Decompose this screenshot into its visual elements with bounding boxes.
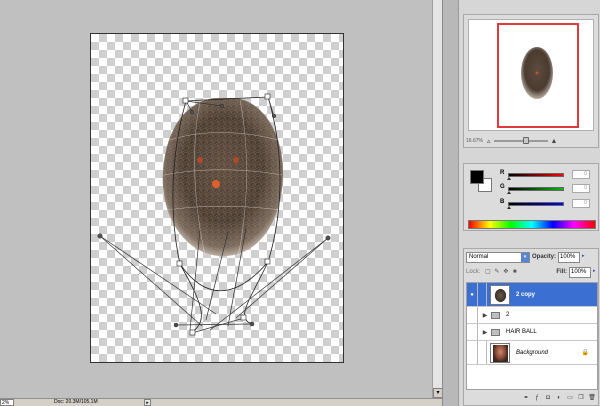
lock-label: Lock: bbox=[466, 269, 481, 275]
green-value-field[interactable]: 0 bbox=[572, 184, 590, 193]
blue-channel-label: B bbox=[500, 199, 505, 205]
layers-options-row: Normal ▾ Opacity: 100% ▸ bbox=[466, 251, 598, 263]
lock-all-icon[interactable]: ■ bbox=[511, 269, 518, 276]
visibility-toggle[interactable] bbox=[467, 307, 478, 323]
panel-dock-gutter bbox=[442, 0, 458, 406]
layer-row-background[interactable]: Background 🔒 bbox=[467, 341, 597, 365]
visibility-toggle[interactable] bbox=[467, 341, 478, 364]
navigator-zoom-percent[interactable]: 16.67% bbox=[466, 138, 484, 144]
layer-name[interactable]: Background bbox=[516, 350, 548, 356]
folder-icon bbox=[491, 328, 500, 336]
navigator-zoom-slider[interactable] bbox=[493, 137, 548, 144]
zoom-level-field[interactable]: 2% bbox=[0, 399, 14, 406]
status-menu-arrow-icon[interactable]: ▸ bbox=[144, 399, 151, 406]
expand-triangle-icon[interactable]: ▶ bbox=[481, 312, 489, 319]
layer-list[interactable]: ● 2 copy ▶ 2 ▶ HAIR BALL Background 🔒 bbox=[466, 282, 598, 390]
hairball-glow-left bbox=[197, 157, 203, 163]
layer-link-cell[interactable] bbox=[478, 341, 487, 364]
adjustment-layer-icon[interactable]: ◐ bbox=[555, 394, 563, 402]
delete-layer-icon[interactable]: 🗑 bbox=[588, 394, 596, 402]
navigator-preview[interactable] bbox=[468, 19, 594, 131]
new-layer-icon[interactable]: ❐ bbox=[577, 394, 585, 402]
panel-dock: 16.67% ▵ ▲ R 0 G 0 B 0 Normal ▾ Opacity:… bbox=[458, 0, 600, 406]
layer-row-group-hair-ball[interactable]: ▶ HAIR BALL bbox=[467, 324, 597, 341]
red-gradient-bar[interactable] bbox=[508, 173, 564, 177]
blend-mode-select[interactable]: Normal ▾ bbox=[466, 251, 530, 263]
layers-toolbar: ⚭ ƒ ◘ ◐ ▭ ❐ 🗑 bbox=[466, 393, 598, 403]
zoom-in-icon[interactable]: ▲ bbox=[551, 138, 558, 145]
navigator-thumbnail bbox=[521, 47, 553, 99]
red-value-field[interactable]: 0 bbox=[572, 170, 590, 179]
navigator-zoom-slider-thumb[interactable] bbox=[523, 137, 530, 144]
folder-icon bbox=[491, 311, 500, 319]
fill-arrow-icon[interactable]: ▸ bbox=[593, 268, 598, 277]
lock-icon: 🔒 bbox=[581, 350, 589, 356]
layer-thumbnail bbox=[490, 284, 510, 305]
layers-lock-row: Lock: ▢ ✎ ✥ ■ Fill: 100% ▸ bbox=[466, 266, 598, 278]
red-slider-knob[interactable] bbox=[507, 177, 511, 180]
hairball-glow-center bbox=[212, 180, 220, 188]
layer-style-icon[interactable]: ƒ bbox=[533, 394, 541, 402]
layers-panel: Normal ▾ Opacity: 100% ▸ Lock: ▢ ✎ ✥ ■ F… bbox=[463, 248, 599, 406]
link-layers-icon[interactable]: ⚭ bbox=[522, 394, 530, 402]
vertical-scrollbar[interactable]: ▾ bbox=[432, 0, 443, 398]
hairball-glow-right bbox=[233, 157, 239, 163]
opacity-label: Opacity: bbox=[532, 254, 557, 260]
layer-name[interactable]: 2 bbox=[506, 312, 509, 318]
blue-channel-slider[interactable]: B 0 bbox=[500, 199, 596, 209]
green-gradient-bar[interactable] bbox=[508, 187, 564, 191]
layer-name[interactable]: 2 copy bbox=[516, 292, 535, 298]
layer-link-cell[interactable] bbox=[478, 283, 487, 306]
fill-label: Fill: bbox=[556, 269, 567, 275]
document-workspace[interactable] bbox=[0, 0, 432, 398]
opacity-arrow-icon[interactable]: ▸ bbox=[582, 253, 587, 262]
opacity-field[interactable]: 100% bbox=[558, 251, 581, 263]
foreground-color-swatch[interactable] bbox=[470, 170, 484, 184]
warp-overlay[interactable] bbox=[0, 0, 432, 398]
layer-thumbnail bbox=[490, 342, 510, 363]
navigator-view-box[interactable] bbox=[497, 23, 579, 128]
lock-transparency-icon[interactable]: ▢ bbox=[484, 269, 491, 276]
fill-field[interactable]: 100% bbox=[569, 266, 591, 278]
green-channel-label: G bbox=[500, 184, 505, 190]
green-slider-knob[interactable] bbox=[507, 191, 511, 194]
status-bar: 2% Doc: 20.3M/105.1M ▸ bbox=[0, 398, 442, 406]
layer-row-group-2[interactable]: ▶ 2 bbox=[467, 307, 597, 324]
red-channel-label: R bbox=[500, 170, 505, 176]
blue-gradient-bar[interactable] bbox=[508, 202, 564, 206]
color-spectrum-ramp[interactable] bbox=[468, 220, 596, 229]
lock-move-icon[interactable]: ✥ bbox=[502, 269, 509, 276]
red-channel-slider[interactable]: R 0 bbox=[500, 170, 596, 180]
navigator-zoom-bar: 16.67% ▵ ▲ bbox=[466, 135, 596, 147]
navigator-panel: 16.67% ▵ ▲ bbox=[463, 14, 599, 148]
visibility-eye-icon[interactable]: ● bbox=[467, 283, 478, 306]
visibility-toggle[interactable] bbox=[467, 324, 478, 340]
expand-triangle-icon[interactable]: ▶ bbox=[481, 329, 489, 336]
document-size-info: Doc: 20.3M/105.1M bbox=[54, 399, 98, 405]
layer-name[interactable]: HAIR BALL bbox=[506, 329, 537, 335]
lock-brush-icon[interactable]: ✎ bbox=[493, 269, 500, 276]
green-channel-slider[interactable]: G 0 bbox=[500, 184, 596, 194]
zoom-out-icon[interactable]: ▵ bbox=[487, 137, 491, 145]
layer-mask-icon[interactable]: ◘ bbox=[544, 394, 552, 402]
color-panel: R 0 G 0 B 0 bbox=[463, 163, 599, 231]
blue-slider-knob[interactable] bbox=[507, 206, 511, 209]
layer-row-2-copy[interactable]: ● 2 copy bbox=[467, 283, 597, 307]
photoshop-window: ▾ 2% Doc: 20.3M/105.1M ▸ 16.67% ▵ ▲ R 0 … bbox=[0, 0, 600, 406]
new-group-icon[interactable]: ▭ bbox=[566, 394, 574, 402]
chevron-down-icon[interactable]: ▾ bbox=[521, 252, 529, 262]
blend-mode-value: Normal bbox=[469, 253, 489, 260]
blue-value-field[interactable]: 0 bbox=[572, 199, 590, 208]
